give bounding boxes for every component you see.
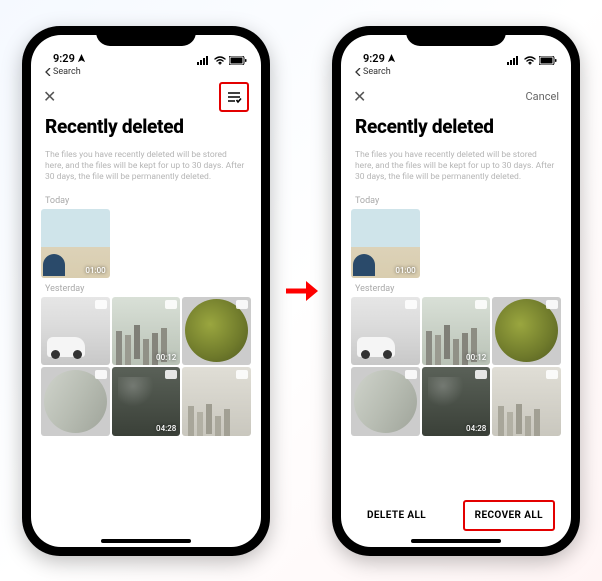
recover-all-button[interactable]: RECOVER ALL [463, 500, 555, 531]
back-to-search[interactable]: Search [341, 65, 571, 77]
thumb-yesterday-1[interactable]: 00:12 [112, 297, 181, 366]
wifi-icon [214, 56, 226, 65]
thumb-yesterday-3[interactable] [41, 367, 110, 436]
signal-icon [197, 56, 211, 65]
grid-today: 01:00 [31, 209, 261, 278]
thumb-duration: 01:00 [395, 266, 415, 275]
back-to-search[interactable]: Search [31, 65, 261, 77]
thumb-today-0[interactable]: 01:00 [41, 209, 110, 278]
status-time: 9:29 [363, 52, 385, 65]
thumb-yesterday-4[interactable]: 04:28 [112, 367, 181, 436]
thumb-yesterday-5[interactable] [492, 367, 561, 436]
close-icon[interactable]: ✕ [353, 87, 366, 106]
vr-badge-icon [475, 300, 487, 309]
back-search-label: Search [53, 67, 81, 77]
section-today-label: Today [31, 190, 261, 209]
page-title: Recently deleted [341, 115, 571, 146]
location-icon [387, 54, 396, 63]
close-icon[interactable]: ✕ [43, 87, 56, 106]
section-yesterday-label: Yesterday [341, 278, 571, 297]
vr-badge-icon [405, 300, 417, 309]
vr-badge-icon [236, 370, 248, 379]
top-bar: ✕ [31, 77, 261, 115]
status-time: 9:29 [53, 52, 75, 65]
grid-yesterday: 00:12 04:28 [341, 297, 571, 436]
chevron-left-icon [355, 68, 361, 76]
battery-icon [539, 56, 557, 65]
notch [406, 26, 506, 46]
notch [96, 26, 196, 46]
screen-right: 9:29 Search ✕ Cancel Recently deleted Th… [341, 35, 571, 547]
grid-today: 01:00 [341, 209, 571, 278]
grid-yesterday: 00:12 04:28 [31, 297, 261, 436]
thumb-today-0[interactable]: 01:00 [351, 209, 420, 278]
back-search-label: Search [363, 67, 391, 77]
thumb-duration: 00:12 [156, 353, 176, 362]
sphere-thumb [185, 299, 248, 362]
vr-badge-icon [475, 370, 487, 379]
screen-left: 9:29 Search ✕ [31, 35, 261, 547]
thumb-duration: 00:12 [466, 353, 486, 362]
cancel-button[interactable]: Cancel [526, 90, 559, 103]
vr-badge-icon [95, 300, 107, 309]
wifi-icon [524, 56, 536, 65]
home-indicator[interactable] [101, 539, 191, 543]
vr-badge-icon [165, 300, 177, 309]
thumb-duration: 04:28 [156, 424, 176, 433]
select-mode-button[interactable] [219, 82, 249, 112]
sphere-thumb [44, 370, 107, 433]
arrow-right-icon [282, 277, 320, 305]
vr-badge-icon [95, 370, 107, 379]
thumb-duration: 01:00 [85, 266, 105, 275]
vr-badge-icon [546, 300, 558, 309]
vr-badge-icon [236, 300, 248, 309]
thumb-yesterday-3[interactable] [351, 367, 420, 436]
checklist-icon [226, 90, 242, 104]
signal-icon [507, 56, 521, 65]
thumb-yesterday-0[interactable] [41, 297, 110, 366]
location-icon [77, 54, 86, 63]
delete-all-button[interactable]: DELETE ALL [357, 502, 436, 529]
chevron-left-icon [45, 68, 51, 76]
thumb-yesterday-2[interactable] [492, 297, 561, 366]
section-today-label: Today [341, 190, 571, 209]
top-bar: ✕ Cancel [341, 77, 571, 115]
thumb-duration: 04:28 [466, 424, 486, 433]
thumb-yesterday-2[interactable] [182, 297, 251, 366]
vr-badge-icon [546, 370, 558, 379]
bottom-action-bar: DELETE ALL RECOVER ALL [341, 490, 571, 539]
vr-badge-icon [405, 370, 417, 379]
sphere-thumb [495, 299, 558, 362]
battery-icon [229, 56, 247, 65]
thumb-yesterday-0[interactable] [351, 297, 420, 366]
thumb-yesterday-5[interactable] [182, 367, 251, 436]
thumb-yesterday-4[interactable]: 04:28 [422, 367, 491, 436]
home-indicator[interactable] [411, 539, 501, 543]
section-yesterday-label: Yesterday [31, 278, 261, 297]
page-description: The files you have recently deleted will… [31, 146, 261, 190]
phone-left: 9:29 Search ✕ [22, 26, 270, 556]
page-title: Recently deleted [31, 115, 261, 146]
phone-right: 9:29 Search ✕ Cancel Recently deleted Th… [332, 26, 580, 556]
vr-badge-icon [165, 370, 177, 379]
page-description: The files you have recently deleted will… [341, 146, 571, 190]
sphere-thumb [354, 370, 417, 433]
thumb-yesterday-1[interactable]: 00:12 [422, 297, 491, 366]
